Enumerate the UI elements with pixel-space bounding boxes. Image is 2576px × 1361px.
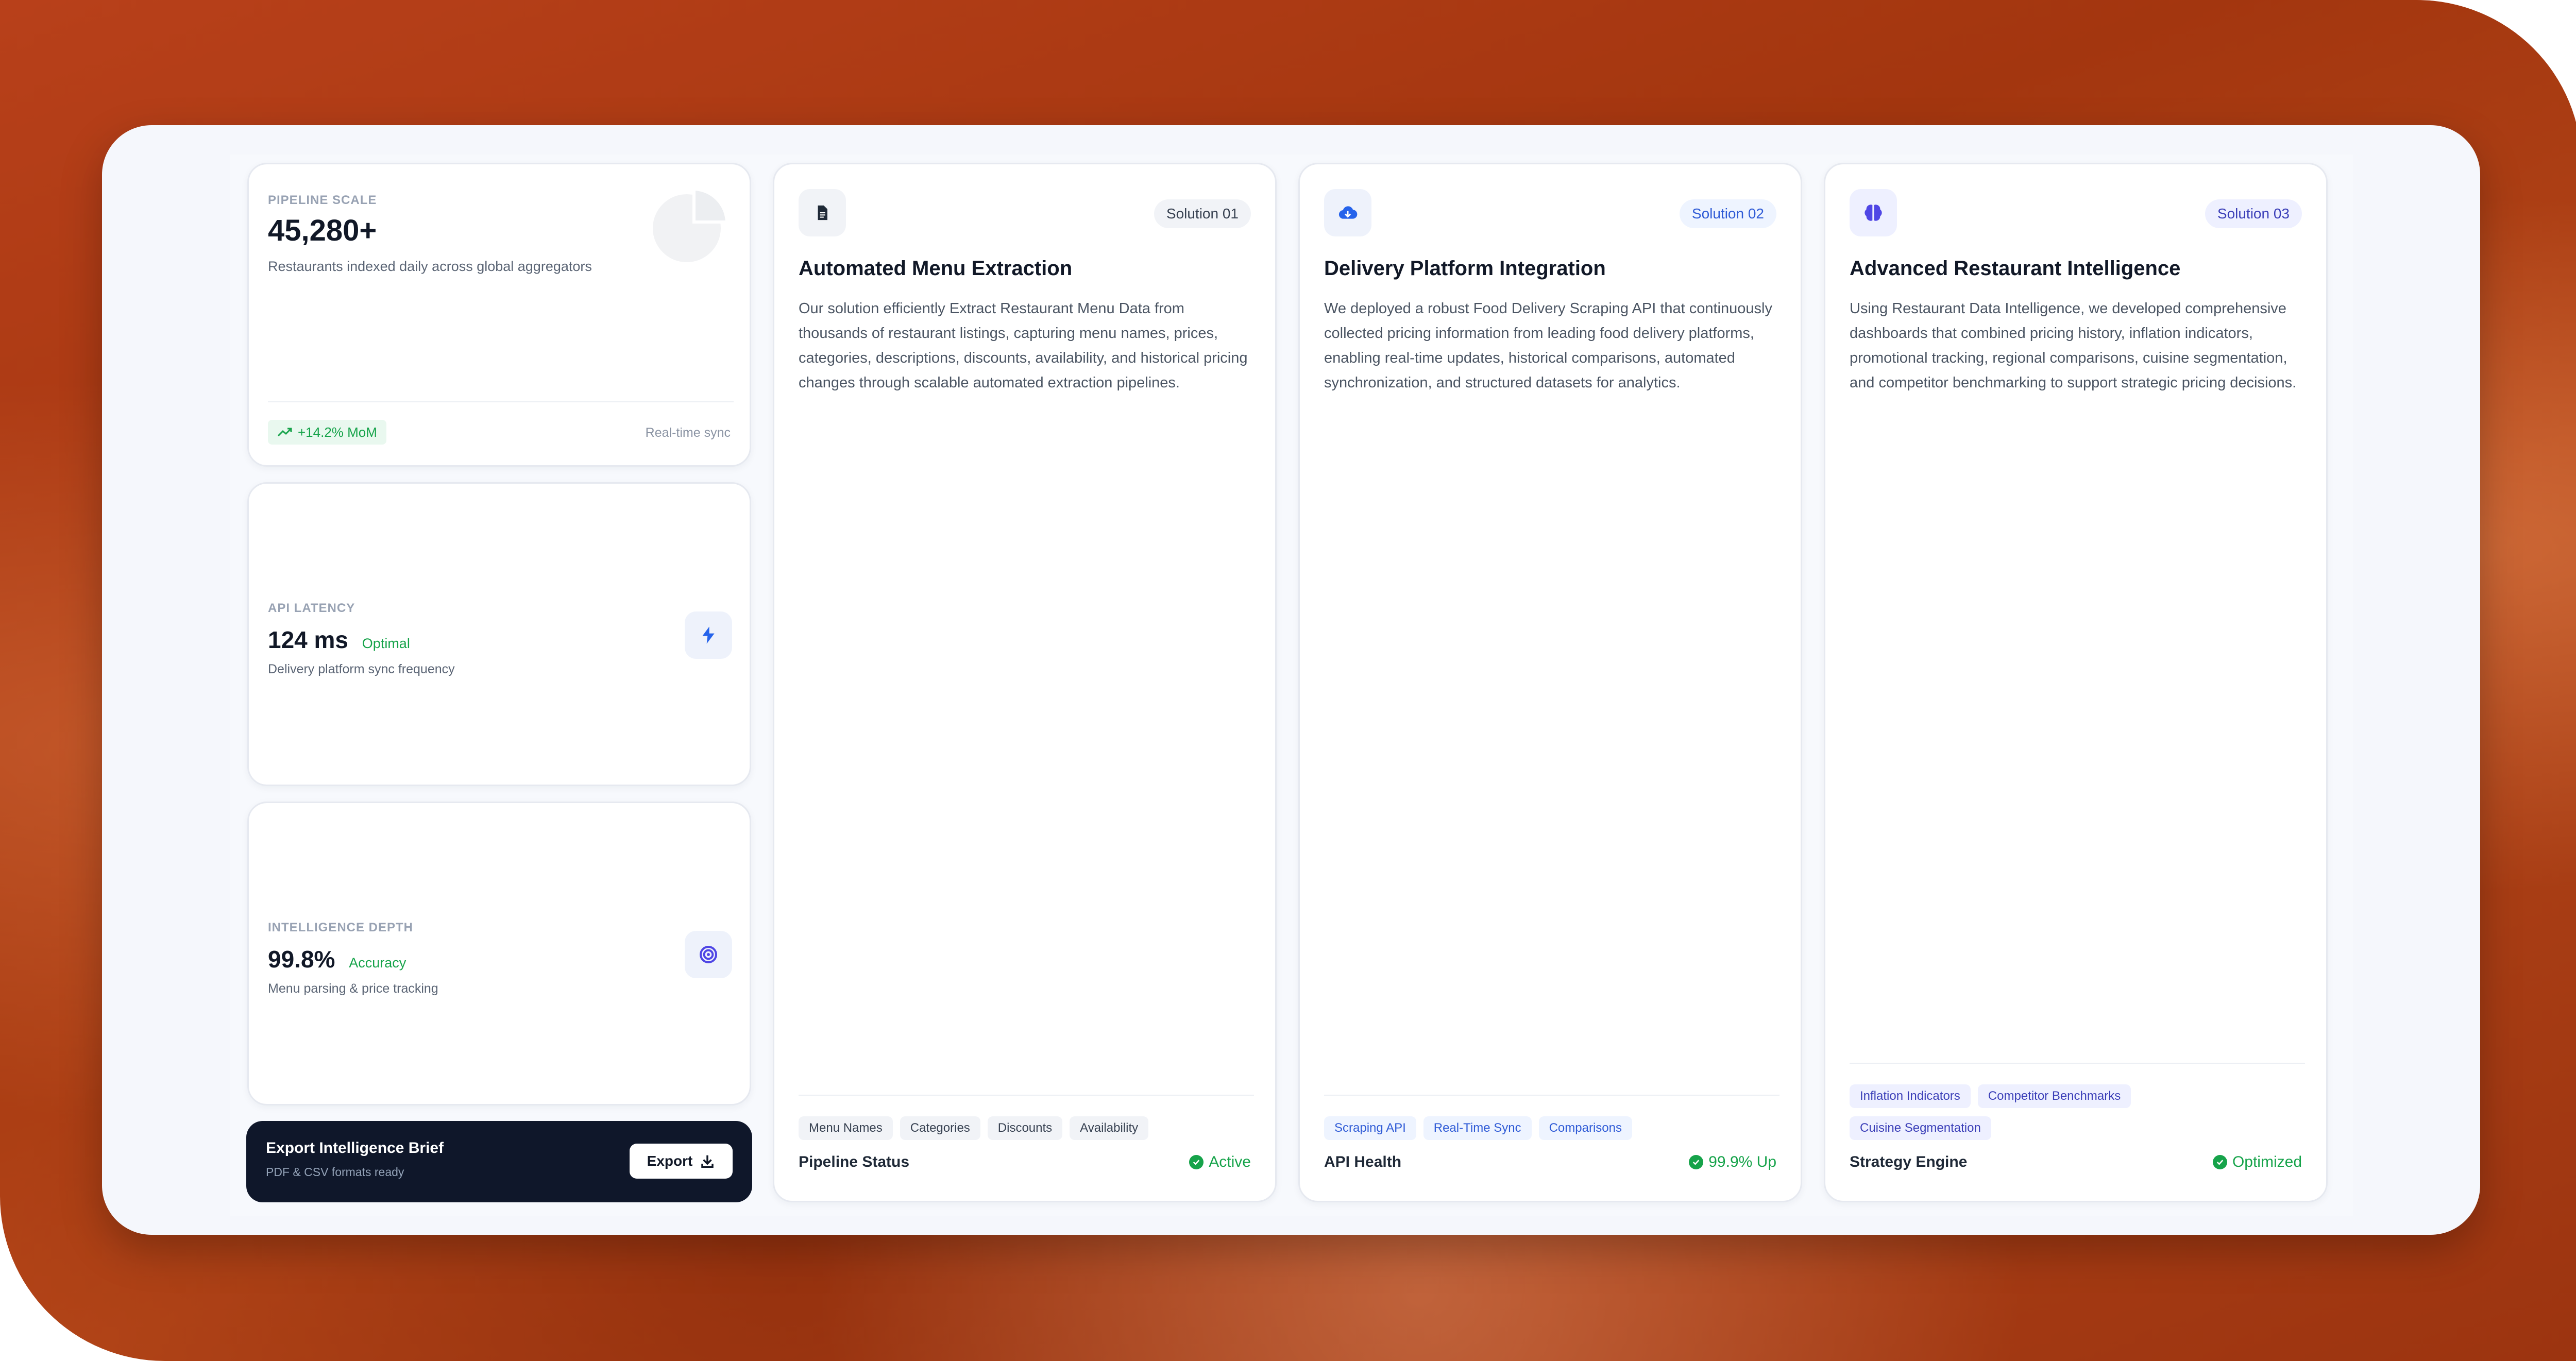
depth-value: 99.8%: [268, 946, 335, 973]
solution-footer-label-1: Pipeline Status: [799, 1153, 910, 1170]
tag-real-time-sync: Real-Time Sync: [1423, 1116, 1532, 1140]
solution-tags-1: Menu Names Categories Discounts Availabilit…: [799, 1116, 1254, 1148]
latency-kicker: API LATENCY: [268, 601, 355, 615]
export-button-label: Export: [647, 1153, 693, 1169]
solution-badge-1: Solution 01: [1154, 199, 1251, 228]
growth-badge: +14.2% MoM: [268, 420, 386, 445]
tag-categories: Categories: [900, 1116, 980, 1140]
check-circle-icon: [1189, 1155, 1204, 1169]
download-icon: [701, 1155, 714, 1168]
brain-icon: [1850, 189, 1897, 236]
tag-comparisons: Comparisons: [1538, 1116, 1632, 1140]
latency-status: Optimal: [362, 636, 410, 651]
tag-availability: Availability: [1070, 1116, 1149, 1140]
lightning-icon: [685, 611, 732, 659]
solution-description-3: Using Restaurant Data Intelligence, we d…: [1850, 300, 2297, 391]
solution-tags-3: Inflation Indicators Competitor Benchmark…: [1850, 1084, 2305, 1148]
latency-description: Delivery platform sync frequency: [268, 662, 455, 676]
solution-divider-2: [1324, 1095, 1780, 1096]
export-button[interactable]: Export: [630, 1144, 733, 1179]
solution-title-3: Advanced Restaurant Intelligence: [1850, 257, 2181, 280]
solution-divider-1: [799, 1095, 1254, 1096]
solution-divider-3: [1850, 1063, 2305, 1064]
solution-description-1: Our solution efficiently Extract Restaur…: [799, 300, 1248, 391]
check-circle-icon: [1689, 1155, 1704, 1169]
solution-footer-status-3: Optimized: [2212, 1153, 2302, 1171]
check-circle-icon: [2212, 1155, 2227, 1169]
tag-menu-names: Menu Names: [799, 1116, 893, 1140]
solution-status-text-2: 99.9% Up: [1708, 1153, 1776, 1170]
latency-value-row: 124 ms Optimal: [268, 626, 410, 654]
solution-card-2: Solution 02 Delivery Platform Integratio…: [1298, 163, 1802, 1202]
tag-inflation-indicators: Inflation Indicators: [1850, 1084, 1971, 1108]
document-icon: [799, 189, 846, 236]
latency-value: 124 ms: [268, 626, 349, 653]
export-card: Export Intelligence Brief PDF & CSV form…: [246, 1121, 752, 1202]
trend-up-icon: [277, 428, 292, 437]
solution-tags-2: Scraping API Real-Time Sync Comparisons: [1324, 1116, 1780, 1148]
depth-description: Menu parsing & price tracking: [268, 981, 438, 996]
solution-card-1: Solution 01 Automated Menu Extraction Ou…: [773, 163, 1277, 1202]
solution-status-text-3: Optimized: [2232, 1153, 2302, 1170]
pie-chart-icon: [650, 185, 730, 265]
depth-kicker: INTELLIGENCE DEPTH: [268, 921, 414, 934]
tag-scraping-api: Scraping API: [1324, 1116, 1416, 1140]
export-subtitle: PDF & CSV formats ready: [266, 1165, 404, 1179]
solution-badge-3: Solution 03: [2205, 199, 2302, 228]
solution-footer-label-3: Strategy Engine: [1850, 1153, 1968, 1170]
depth-value-row: 99.8% Accuracy: [268, 945, 406, 973]
cloud-download-icon: [1324, 189, 1371, 236]
pipeline-value: 45,280+: [268, 214, 377, 247]
pipeline-divider: [268, 401, 734, 402]
solution-footer-status-2: 99.9% Up: [1689, 1153, 1776, 1171]
tag-competitor-benchmarks: Competitor Benchmarks: [1977, 1084, 2131, 1108]
depth-status: Accuracy: [349, 955, 406, 971]
pipeline-kicker: PIPELINE SCALE: [268, 193, 377, 207]
solution-description-2: We deployed a robust Food Delivery Scrap…: [1324, 300, 1772, 391]
tag-discounts: Discounts: [987, 1116, 1063, 1140]
sync-label: Real-time sync: [645, 426, 731, 440]
target-icon: [685, 931, 732, 978]
solution-title-2: Delivery Platform Integration: [1324, 257, 1606, 280]
solution-title-1: Automated Menu Extraction: [799, 257, 1073, 280]
solution-card-3: Solution 03 Advanced Restaurant Intellig…: [1824, 163, 2328, 1202]
tag-cuisine-segmentation: Cuisine Segmentation: [1850, 1116, 1991, 1140]
pipeline-description: Restaurants indexed daily across global …: [268, 259, 592, 274]
api-latency-card: API LATENCY 124 ms Optimal Delivery plat…: [247, 482, 751, 786]
solution-status-text-1: Active: [1209, 1153, 1251, 1170]
solution-footer-label-2: API Health: [1324, 1153, 1402, 1170]
solution-footer-status-1: Active: [1189, 1153, 1251, 1171]
growth-text: +14.2% MoM: [298, 424, 377, 440]
intelligence-depth-card: INTELLIGENCE DEPTH 99.8% Accuracy Menu p…: [247, 802, 751, 1105]
pipeline-scale-card: PIPELINE SCALE 45,280+ Restaurants index…: [247, 163, 751, 467]
export-title: Export Intelligence Brief: [266, 1139, 444, 1156]
solution-badge-2: Solution 02: [1679, 199, 1776, 228]
